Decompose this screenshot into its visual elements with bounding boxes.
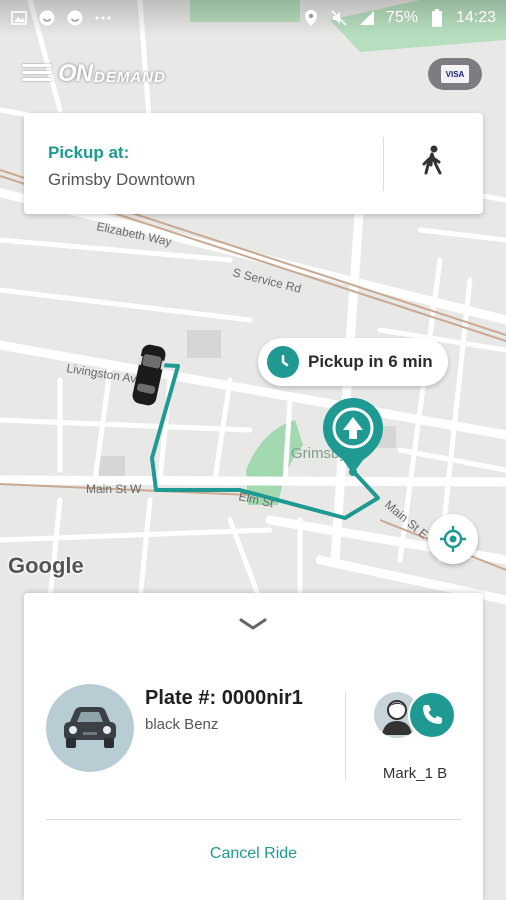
clock-icon <box>267 346 299 378</box>
walking-directions-button[interactable] <box>414 143 452 183</box>
app-logo: ON DEMAND <box>58 58 166 90</box>
collapse-button[interactable] <box>233 611 273 637</box>
pickup-location: Grimsby Downtown <box>48 170 196 189</box>
signal-icon <box>358 9 376 27</box>
battery-percent: 75% <box>385 9 418 26</box>
location-icon <box>302 9 320 27</box>
divider <box>46 819 461 820</box>
crosshair-icon <box>440 526 466 552</box>
cancel-ride-button[interactable]: Cancel Ride <box>24 845 483 863</box>
mute-icon <box>330 9 348 27</box>
car-avatar <box>46 684 134 772</box>
call-driver-button[interactable] <box>408 691 456 739</box>
logo-demand: DEMAND <box>94 68 166 86</box>
eta-bubble: Pickup in 6 min <box>258 338 448 386</box>
payment-method-button[interactable]: VISA <box>428 58 482 90</box>
divider <box>383 137 384 191</box>
ride-details-sheet: Plate #: 0000nir1 black Benz Mark_1 B Ca… <box>24 593 483 900</box>
phone-icon <box>423 705 442 724</box>
divider <box>345 693 346 779</box>
smiley-icon <box>38 9 56 27</box>
visa-card-icon: VISA <box>441 65 469 83</box>
logo-on: ON <box>58 60 93 87</box>
pickup-card[interactable]: Pickup at: Grimsby Downtown <box>24 113 483 214</box>
app-header: ON DEMAND VISA <box>0 52 506 98</box>
status-bar: 75% 14:23 <box>0 0 506 36</box>
driver-name: Mark_1 B <box>382 765 448 782</box>
more-dots-icon <box>94 9 112 27</box>
my-location-button[interactable] <box>428 514 478 564</box>
menu-button[interactable] <box>22 60 52 88</box>
pickup-label: Pickup at: <box>48 143 130 162</box>
google-attribution: Google <box>8 553 84 578</box>
eta-text: Pickup in 6 min <box>308 352 433 371</box>
plate-number: Plate #: 0000nir1 <box>145 687 303 709</box>
street-label: Main St W <box>86 482 142 496</box>
menu-icon <box>22 64 52 67</box>
car-description: black Benz <box>145 716 219 733</box>
walking-icon <box>422 145 442 175</box>
car-icon <box>64 707 116 748</box>
smiley-icon <box>66 9 84 27</box>
clock: 14:23 <box>455 9 496 26</box>
battery-icon <box>428 9 446 27</box>
chevron-down-icon <box>239 618 267 630</box>
image-icon <box>10 9 28 27</box>
